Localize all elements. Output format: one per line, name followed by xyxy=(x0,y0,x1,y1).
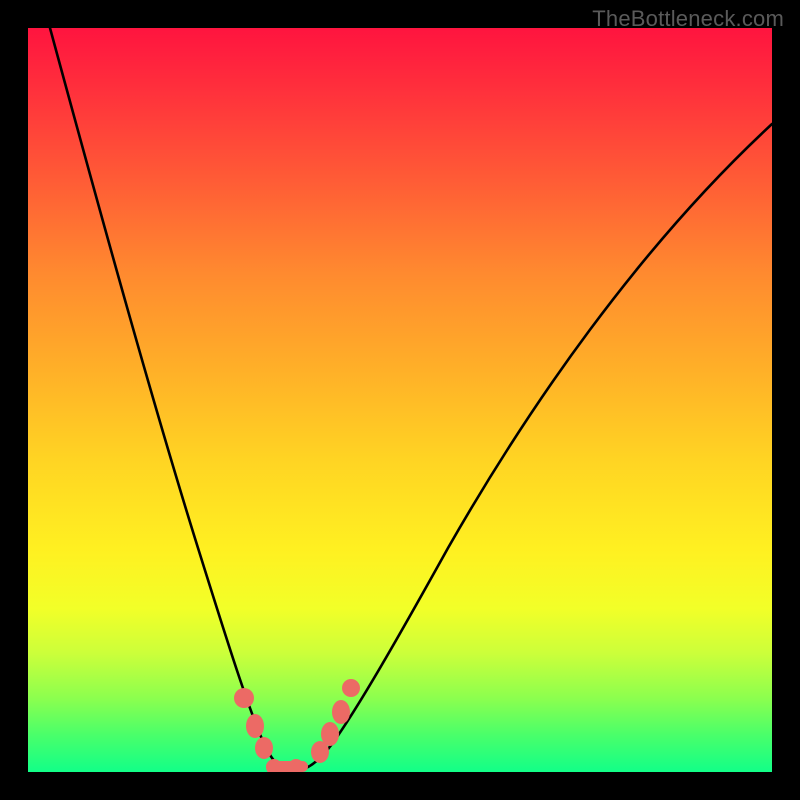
curve-left-branch xyxy=(50,28,286,770)
marker-group xyxy=(234,679,360,772)
marker-dot xyxy=(288,759,304,772)
marker-dot xyxy=(234,688,254,708)
plot-area xyxy=(28,28,772,772)
marker-dot xyxy=(266,759,282,772)
watermark-text: TheBottleneck.com xyxy=(592,6,784,32)
curve-right-branch xyxy=(300,124,772,770)
marker-dot xyxy=(342,679,360,697)
curve-layer xyxy=(28,28,772,772)
chart-frame: TheBottleneck.com xyxy=(0,0,800,800)
marker-dot xyxy=(332,700,350,724)
marker-dot xyxy=(321,722,339,746)
marker-dot xyxy=(255,737,273,759)
marker-dot xyxy=(246,714,264,738)
